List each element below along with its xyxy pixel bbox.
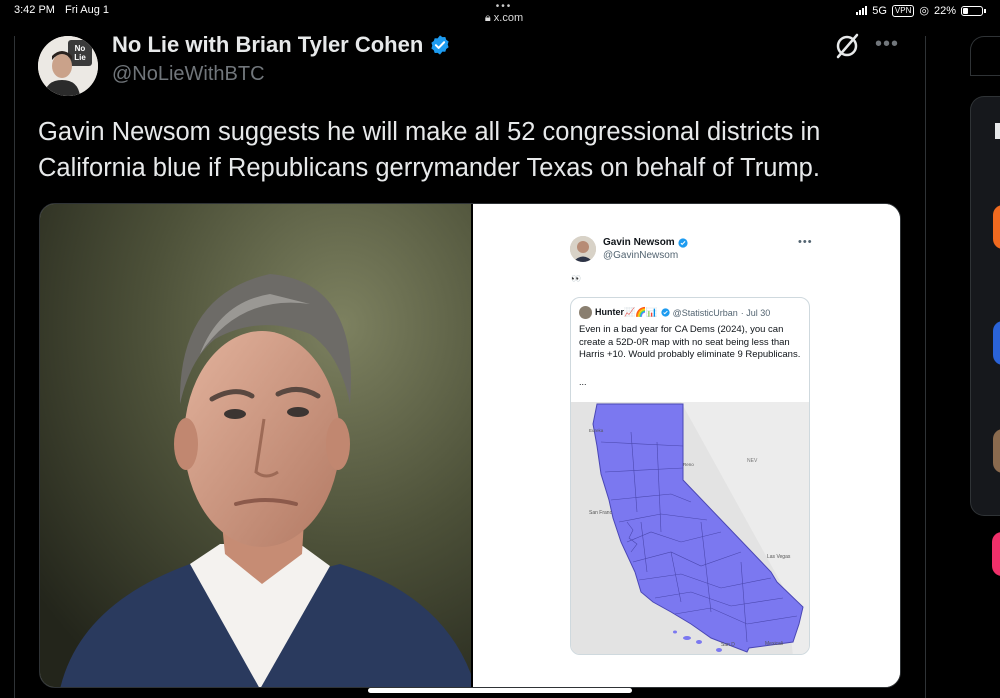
map-label-san-diego: San D	[721, 642, 735, 648]
rail-avatar-2[interactable]	[993, 321, 1000, 365]
status-left: 3:42 PM Fri Aug 1	[14, 4, 109, 16]
more-options-icon[interactable]: •••	[875, 33, 899, 56]
quoted-header: Hunter📈🌈📊 @StatisticUrban · Jul 30	[579, 306, 770, 319]
map-label-eureka: Eureka	[589, 428, 604, 433]
status-right: 5G VPN ◎ 22%	[856, 4, 986, 17]
quoted-ellipsis: ...	[579, 377, 587, 387]
quoted-text: Even in a bad year for CA Dems (2024), y…	[579, 324, 801, 360]
screen-lock-icon: ◎	[919, 5, 929, 17]
embedded-avatar	[570, 236, 596, 262]
rail-avatar-4[interactable]	[992, 532, 1000, 576]
embedded-post-screenshot[interactable]: Gavin Newsom @GavinNewsom ••• 👀 Hunter📈🌈…	[473, 204, 900, 687]
embedded-more-icon: •••	[798, 236, 813, 248]
embedded-author-name-text: Gavin Newsom	[603, 237, 675, 248]
rail-heading-fragment	[995, 123, 1000, 139]
california-district-map: NEV San Franc Las Vegas San D Mexicali R…	[571, 402, 809, 654]
rail-avatar-1[interactable]	[993, 205, 1000, 249]
embedded-author-name: Gavin Newsom	[603, 237, 688, 248]
avatar[interactable]: No Lie	[38, 36, 98, 96]
status-date: Fri Aug 1	[64, 4, 109, 16]
url-pill[interactable]: ••• 🔒︎ x.com	[474, 2, 534, 25]
quoted-author-name: Hunter📈🌈📊	[595, 307, 658, 317]
grok-icon[interactable]	[833, 32, 861, 60]
quoted-verified-icon	[661, 308, 670, 317]
tweet-text: Gavin Newsom suggests he will make all 5…	[38, 118, 821, 182]
right-sidebar	[970, 36, 1000, 698]
vpn-badge: VPN	[891, 4, 915, 17]
newsom-portrait-image	[40, 204, 471, 687]
map-label-mexicali: Mexicali	[765, 641, 783, 647]
avatar-text-lie: Lie	[74, 53, 86, 62]
eyes-emoji: 👀	[571, 274, 581, 283]
url-text: x.com	[493, 12, 524, 24]
url-label: 🔒︎ x.com	[474, 12, 534, 25]
home-indicator[interactable]	[368, 688, 632, 693]
rail-search-box[interactable]	[970, 36, 1000, 76]
map-label-reno: Reno	[683, 462, 694, 467]
network-label: 5G	[872, 4, 887, 17]
map-label-sf: San Franc	[589, 510, 613, 516]
author-handle[interactable]: @NoLieWithBTC	[112, 63, 265, 86]
tweet-column: No Lie No Lie with Brian Tyler Cohen @No…	[14, 32, 926, 698]
map-label-las-vegas: Las Vegas	[767, 554, 791, 560]
quoted-post: Hunter📈🌈📊 @StatisticUrban · Jul 30 Even …	[570, 297, 810, 655]
map-label-nev: NEV	[747, 458, 758, 464]
embedded-author-handle: @GavinNewsom	[603, 250, 679, 261]
quoted-date: · Jul 30	[740, 307, 771, 318]
multitask-dots-icon[interactable]: •••	[474, 2, 534, 12]
quoted-avatar	[579, 306, 592, 319]
verified-badge-icon	[431, 35, 449, 55]
screen: 3:42 PM Fri Aug 1 ••• 🔒︎ x.com 5G VPN ◎ …	[0, 0, 1000, 698]
author-name-text[interactable]: No Lie with Brian Tyler Cohen	[112, 32, 423, 58]
rail-avatar-3[interactable]	[993, 429, 1000, 473]
avatar-text-no: No	[75, 44, 86, 53]
newsom-photo[interactable]	[40, 204, 471, 687]
battery-percent: 22%	[933, 4, 956, 17]
avatar-image: No Lie	[38, 36, 98, 96]
california-map-image: NEV San Franc Las Vegas San D Mexicali R…	[571, 402, 809, 654]
status-time: 3:42 PM	[14, 4, 55, 16]
embedded-verified-icon	[678, 237, 688, 248]
quoted-author-handle: @StatisticUrban	[672, 307, 738, 318]
signal-icon	[856, 6, 868, 15]
lock-icon: 🔒︎	[484, 12, 491, 24]
author-name[interactable]: No Lie with Brian Tyler Cohen	[112, 32, 451, 58]
tweet-media[interactable]: Gavin Newsom @GavinNewsom ••• 👀 Hunter📈🌈…	[39, 203, 901, 688]
battery-nub	[984, 8, 986, 13]
status-bar: 3:42 PM Fri Aug 1 ••• 🔒︎ x.com 5G VPN ◎ …	[0, 0, 1000, 36]
battery-icon	[961, 5, 983, 16]
embedded-avatar-image	[570, 236, 596, 262]
rail-card	[970, 96, 1000, 516]
